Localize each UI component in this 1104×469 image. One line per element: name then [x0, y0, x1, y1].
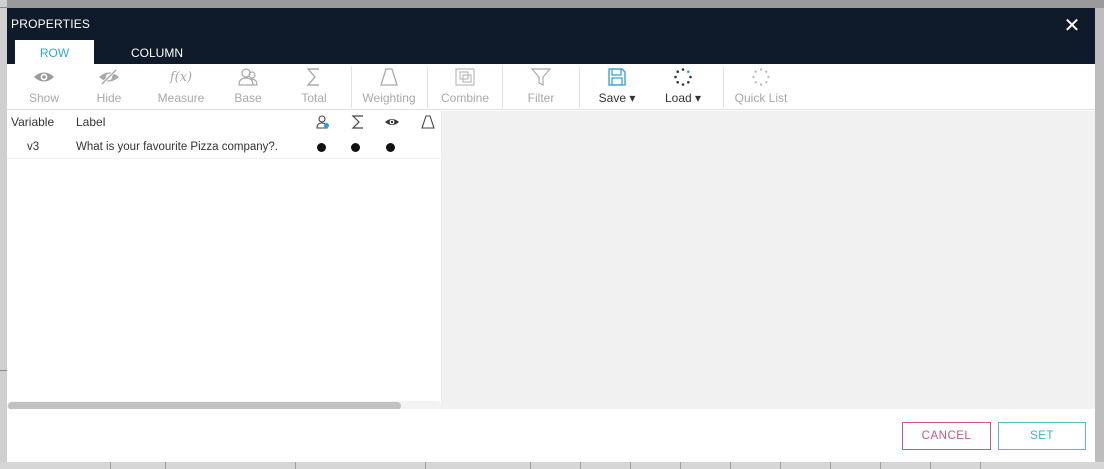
- sigma-icon[interactable]: [350, 114, 366, 130]
- show-label: Show: [28, 91, 60, 105]
- loading-spinner-icon: [655, 67, 711, 89]
- base-label: Base: [234, 91, 262, 105]
- floppy-disk-icon: [589, 67, 645, 89]
- total-indicator-dot[interactable]: [351, 143, 360, 152]
- weighting-label: Weighting: [362, 91, 416, 105]
- show-indicator-dot[interactable]: [386, 143, 395, 152]
- background-app-top: [0, 0, 1104, 8]
- dialog-header: PROPERTIES ✕ ROW COLUMN: [7, 8, 1095, 64]
- base-icon[interactable]: [315, 114, 331, 130]
- toolbar-separator: [351, 66, 352, 108]
- close-button[interactable]: ✕: [1063, 15, 1081, 35]
- save-dropdown-button[interactable]: Save ▾: [589, 64, 645, 110]
- tab-row[interactable]: ROW: [15, 40, 94, 64]
- function-icon: f(x): [169, 70, 193, 85]
- loading-spinner-icon: [729, 67, 793, 89]
- filter-button[interactable]: Filter: [513, 64, 569, 110]
- eye-icon[interactable]: [384, 114, 400, 130]
- total-button[interactable]: Total: [287, 64, 341, 110]
- combine-icon: [433, 67, 497, 89]
- users-icon: [221, 67, 275, 89]
- combine-label: Combine: [440, 91, 490, 105]
- tab-column[interactable]: COLUMN: [102, 40, 212, 64]
- background-app-bottom: [0, 462, 1104, 469]
- cancel-button[interactable]: CANCEL: [902, 422, 991, 450]
- measure-button[interactable]: f(x) Measure: [151, 64, 211, 110]
- toolbar-separator: [579, 66, 580, 108]
- toolbar-separator: [427, 66, 428, 108]
- total-label: Total: [301, 91, 327, 105]
- table-row[interactable]: v3 What is your favourite Pizza company?…: [7, 135, 442, 159]
- label-cell: What is your favourite Pizza company?.: [76, 141, 278, 153]
- table-header: Variable Label: [7, 111, 442, 134]
- set-button[interactable]: SET: [998, 422, 1086, 450]
- base-indicator-dot[interactable]: [317, 143, 326, 152]
- hide-label: Hide: [96, 91, 122, 105]
- quick-list-label: Quick List: [734, 91, 788, 105]
- filter-label: Filter: [527, 91, 555, 105]
- weighting-button[interactable]: Weighting: [355, 64, 423, 110]
- base-button[interactable]: Base: [221, 64, 275, 110]
- weight-icon[interactable]: [420, 114, 436, 130]
- load-label: Load ▾: [664, 91, 702, 105]
- toolbar: Show Hide f(x) Measure Base Total Weight…: [7, 64, 1095, 110]
- show-button[interactable]: Show: [16, 64, 72, 110]
- dialog-footer: CANCEL SET: [7, 409, 1095, 462]
- eye-slash-icon: [81, 67, 137, 89]
- eye-icon: [16, 67, 72, 89]
- sigma-icon: [287, 67, 341, 89]
- column-header-label: Label: [76, 115, 106, 129]
- variable-table-panel: Variable Label v3 What is your favourite…: [7, 111, 442, 411]
- measure-label: Measure: [157, 91, 205, 105]
- toolbar-separator: [502, 66, 503, 108]
- toolbar-separator: [723, 66, 724, 108]
- save-label: Save ▾: [598, 91, 636, 105]
- load-dropdown-button[interactable]: Load ▾: [655, 64, 711, 110]
- combine-button[interactable]: Combine: [433, 64, 497, 110]
- column-header-variable: Variable: [11, 115, 55, 129]
- background-app-left: [0, 0, 7, 469]
- properties-dialog: PROPERTIES ✕ ROW COLUMN Show Hide f(x) M…: [7, 8, 1095, 462]
- hide-button[interactable]: Hide: [81, 64, 137, 110]
- funnel-icon: [513, 67, 569, 89]
- details-panel: [442, 111, 1095, 409]
- variable-cell: v3: [27, 141, 40, 153]
- quick-list-button[interactable]: Quick List: [729, 64, 793, 110]
- weight-icon: [355, 67, 423, 89]
- dialog-title: PROPERTIES: [11, 17, 91, 31]
